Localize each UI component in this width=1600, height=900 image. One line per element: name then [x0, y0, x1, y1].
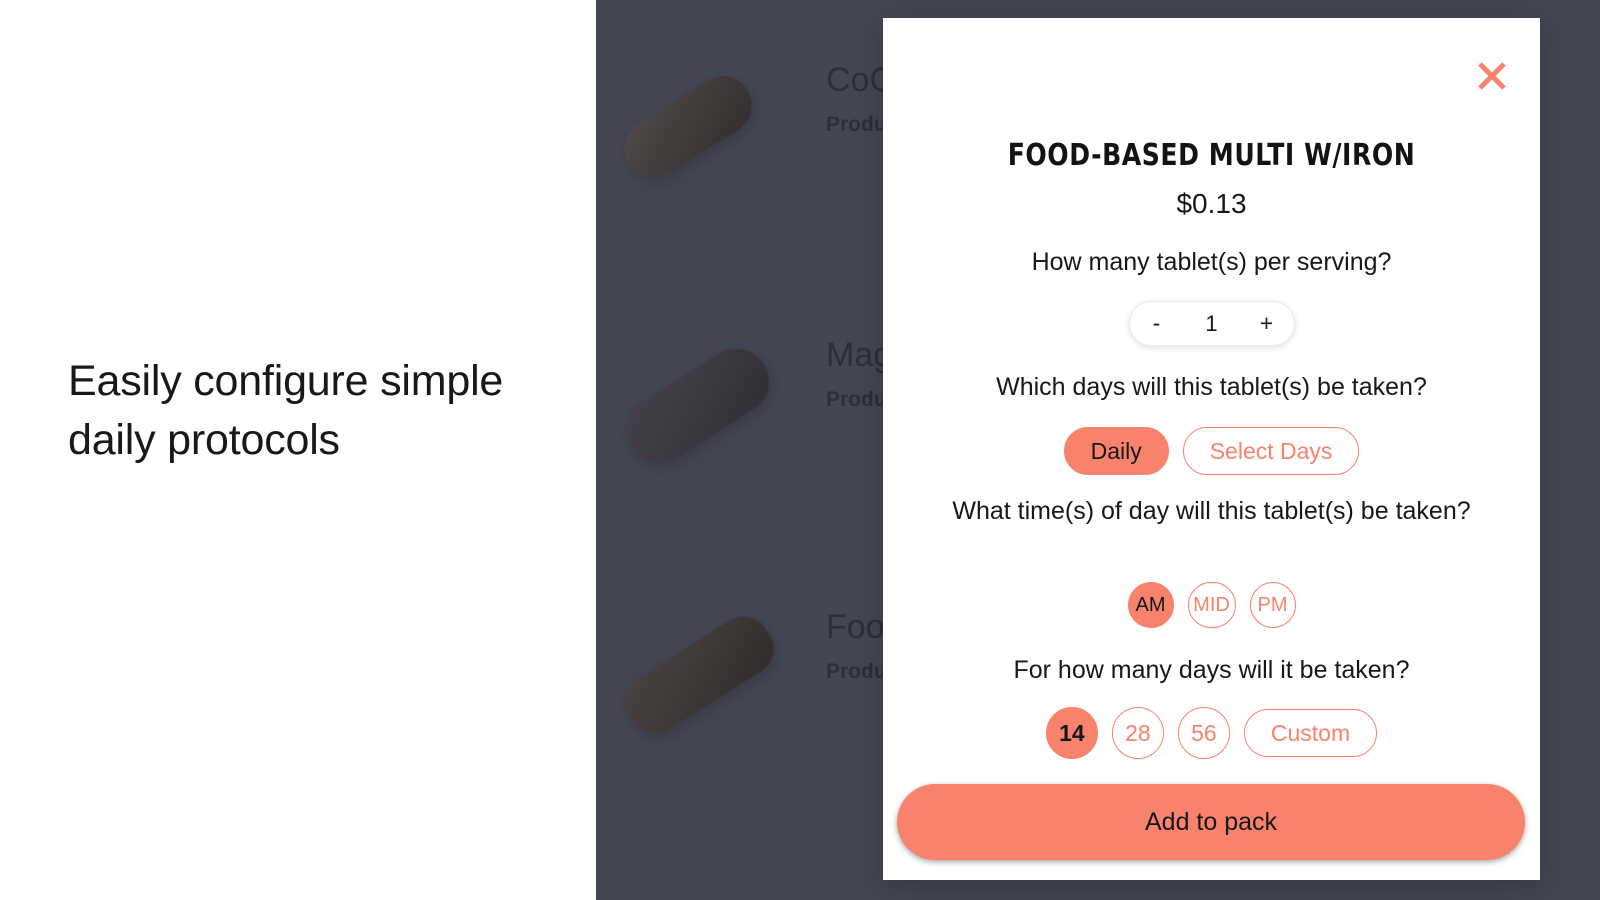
question-duration: For how many days will it be taken? — [883, 654, 1540, 687]
screen: Easily configure simple daily protocols … — [0, 0, 1600, 900]
product-price: $0.13 — [1176, 188, 1247, 219]
quantity-stepper[interactable]: - 1 + — [1128, 301, 1295, 346]
time-option-pm[interactable]: PM — [1249, 582, 1296, 628]
duration-options-row: 14 28 56 Custom — [883, 707, 1540, 759]
question-times-label: What time(s) of day will this tablet(s) … — [952, 497, 1471, 525]
question-duration-label: For how many days will it be taken? — [1013, 656, 1410, 684]
duration-option-14[interactable]: 14 — [1045, 707, 1098, 759]
duration-option-28[interactable]: 28 — [1111, 707, 1164, 759]
product-description-lead: Produ — [826, 113, 887, 136]
increment-button[interactable]: + — [1244, 303, 1290, 344]
modal-title: FOOD-BASED MULTI W/IRON — [1007, 138, 1416, 173]
add-to-pack-button[interactable]: Add to pack — [897, 784, 1525, 860]
duration-option-custom[interactable]: Custom — [1243, 709, 1378, 757]
duration-option-56[interactable]: 56 — [1177, 707, 1230, 759]
question-times: What time(s) of day will this tablet(s) … — [883, 495, 1540, 528]
softgel-icon — [596, 325, 826, 515]
servings-row: - 1 + — [883, 301, 1540, 346]
question-servings: How many tablet(s) per serving? — [883, 246, 1540, 279]
time-options-row: AM MID PM — [883, 582, 1540, 628]
time-option-am[interactable]: AM — [1127, 582, 1174, 628]
quantity-value: 1 — [1205, 310, 1218, 336]
product-description-lead: Produ — [826, 388, 887, 411]
question-days-label: Which days will this tablet(s) be taken? — [996, 373, 1427, 401]
tablet-icon — [596, 597, 826, 787]
question-servings-label: How many tablet(s) per serving? — [1031, 248, 1392, 276]
question-days: Which days will this tablet(s) be taken? — [883, 371, 1540, 404]
close-button[interactable] — [1466, 50, 1518, 102]
product-description-lead: Produ — [826, 660, 887, 683]
decrement-button[interactable]: - — [1134, 303, 1180, 344]
day-options-row: Daily Select Days — [883, 427, 1540, 475]
product-config-modal: FOOD-BASED MULTI W/IRON $0.13 How many t… — [883, 18, 1540, 880]
close-icon — [1475, 59, 1509, 93]
capsule-icon — [596, 50, 826, 240]
time-option-mid[interactable]: MID — [1187, 582, 1236, 628]
marketing-panel: Easily configure simple daily protocols — [0, 0, 596, 900]
page-headline: Easily configure simple daily protocols — [68, 357, 504, 464]
day-option-select-days[interactable]: Select Days — [1182, 427, 1360, 475]
day-option-daily[interactable]: Daily — [1063, 427, 1169, 475]
